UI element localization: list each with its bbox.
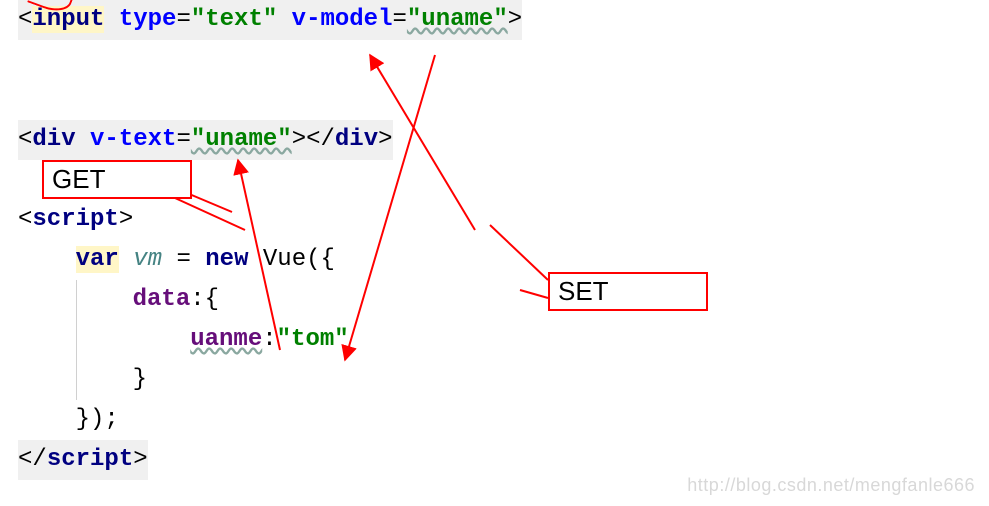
code-editor: <input type="text" v-model="uname"> <div… (0, 0, 989, 480)
set-callout: SET (548, 272, 708, 311)
blank-line (18, 80, 989, 120)
code-line: }); (18, 400, 989, 440)
code-line: } (18, 360, 989, 400)
code-line: </script> (18, 440, 148, 480)
get-callout: GET (42, 160, 192, 199)
code-line: <div v-text="uname"></div> (18, 120, 989, 160)
code-line: uanme:"tom" (18, 320, 989, 360)
code-line: <input type="text" v-model="uname"> (18, 0, 989, 40)
blank-line (18, 40, 989, 80)
code-line: var vm = new Vue({ (18, 240, 989, 280)
code-line: data:{ (18, 280, 989, 320)
code-line: <script> (18, 200, 989, 240)
watermark: http://blog.csdn.net/mengfanle666 (687, 475, 975, 496)
